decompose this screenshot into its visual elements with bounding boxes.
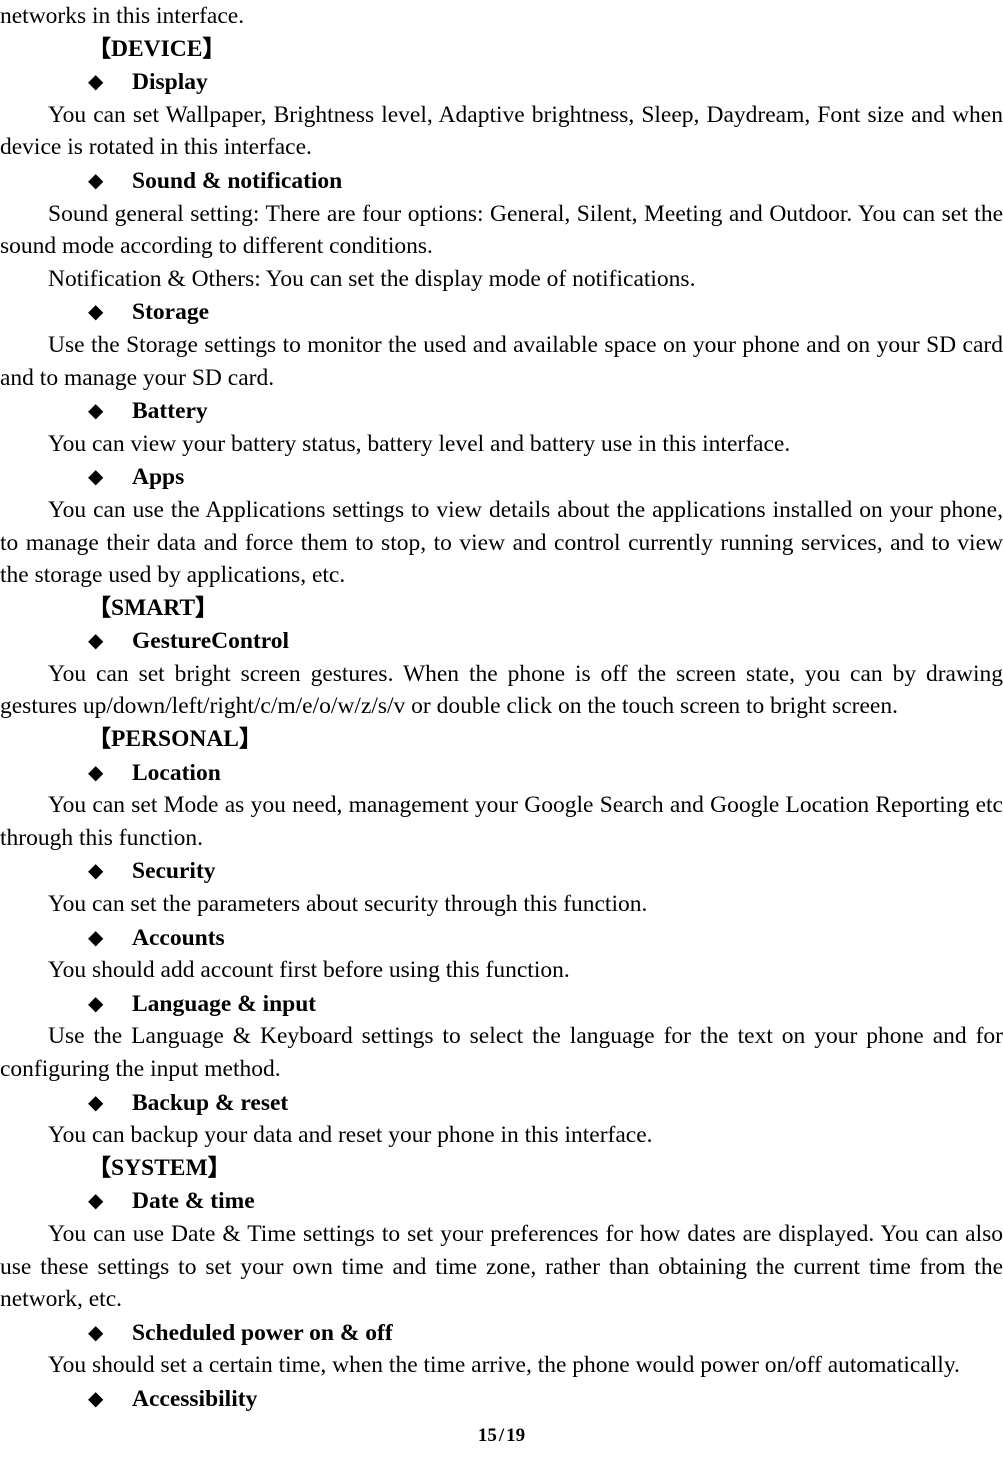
diamond-bullet-icon: ◆ xyxy=(88,464,104,489)
section-heading-label: PERSONAL xyxy=(111,726,239,753)
subsection-heading: ◆ Accounts xyxy=(0,921,1003,955)
body-paragraph: You can set Wallpaper, Brightness level,… xyxy=(0,101,1003,161)
subsection-heading: ◆ Sound & notification xyxy=(0,164,1003,198)
subsection-heading: ◆ Display xyxy=(0,65,1003,99)
subsection-heading-label: Sound & notification xyxy=(132,167,343,194)
diamond-bullet-icon: ◆ xyxy=(88,924,104,949)
body-paragraph: You can view your battery status, batter… xyxy=(48,430,791,457)
bracket-open: 【 xyxy=(88,594,111,621)
bracket-close: 】 xyxy=(238,726,262,753)
subsection-heading: ◆ Location xyxy=(0,756,1003,790)
subsection-heading-label: GestureControl xyxy=(132,628,290,655)
subsection-heading-label: Backup & reset xyxy=(132,1089,289,1116)
section-heading-label: SYSTEM xyxy=(111,1154,208,1181)
body-paragraph: Sound general setting: There are four op… xyxy=(0,200,1003,260)
subsection-heading-label: Date & time xyxy=(132,1188,255,1215)
subsection-heading: ◆ Storage xyxy=(0,295,1003,329)
bracket-close: 】 xyxy=(195,594,219,621)
body-paragraph: You should set a certain time, when the … xyxy=(48,1352,960,1379)
section-heading: 【SYSTEM】 xyxy=(0,1152,1003,1185)
page-footer: 15/19 xyxy=(0,1424,1003,1448)
section-heading-label: SMART xyxy=(111,594,196,621)
body-paragraph: You can use Date & Time settings to set … xyxy=(0,1220,1003,1313)
body-paragraph: You should add account first before usin… xyxy=(48,957,570,984)
bracket-close: 】 xyxy=(202,35,226,62)
paragraph-continuation: networks in this interface. xyxy=(0,3,245,29)
body-paragraph: Notification & Others: You can set the d… xyxy=(48,265,696,292)
subsection-heading: ◆ Security xyxy=(0,854,1003,888)
diamond-bullet-icon: ◆ xyxy=(88,1188,104,1213)
subsection-heading-label: Apps xyxy=(132,464,185,491)
diamond-bullet-icon: ◆ xyxy=(88,759,104,784)
subsection-heading: ◆ GestureControl xyxy=(0,624,1003,658)
subsection-heading: ◆ Accessibility xyxy=(0,1382,1003,1416)
subsection-heading-label: Scheduled power on & off xyxy=(132,1319,393,1346)
body-paragraph: Use the Language & Keyboard settings to … xyxy=(0,1023,1003,1082)
section-heading: 【PERSONAL】 xyxy=(0,723,1003,756)
diamond-bullet-icon: ◆ xyxy=(88,1319,104,1344)
diamond-bullet-icon: ◆ xyxy=(88,69,104,94)
subsection-heading: ◆ Backup & reset xyxy=(0,1086,1003,1120)
manual-page: networks in this interface. 【DEVICE】 ◆ Disp… xyxy=(0,0,1003,1467)
diamond-bullet-icon: ◆ xyxy=(88,167,104,192)
body-paragraph: Use the Storage settings to monitor the … xyxy=(0,331,1003,391)
body-paragraph: You can set Mode as you need, management… xyxy=(0,792,1003,851)
footer-page-total: 19 xyxy=(506,1425,526,1446)
subsection-heading-label: Display xyxy=(132,69,208,96)
subsection-heading: ◆ Date & time xyxy=(0,1184,1003,1218)
bracket-close: 】 xyxy=(207,1154,231,1181)
page-content: networks in this interface. 【DEVICE】 ◆ Disp… xyxy=(0,0,1003,1416)
body-paragraph: You can set bright screen gestures. When… xyxy=(0,660,1003,720)
diamond-bullet-icon: ◆ xyxy=(88,628,104,653)
body-paragraph: You can use the Applications settings to… xyxy=(0,496,1003,589)
section-heading: 【DEVICE】 xyxy=(0,33,1003,66)
body-paragraph: You can backup your data and reset your … xyxy=(48,1122,653,1149)
subsection-heading-label: Battery xyxy=(132,398,208,425)
section-heading-label: DEVICE xyxy=(111,35,203,62)
bracket-open: 【 xyxy=(88,1154,111,1181)
subsection-heading: ◆ Language & input xyxy=(0,987,1003,1021)
subsection-heading: ◆ Scheduled power on & off xyxy=(0,1316,1003,1350)
body-paragraph: You can set the parameters about securit… xyxy=(48,891,648,918)
subsection-heading-label: Accessibility xyxy=(132,1385,258,1412)
subsection-heading-label: Security xyxy=(132,858,216,885)
diamond-bullet-icon: ◆ xyxy=(88,1089,104,1114)
section-heading: 【SMART】 xyxy=(0,592,1003,625)
subsection-heading: ◆ Battery xyxy=(0,394,1003,428)
footer-page-number: 15 xyxy=(477,1425,497,1446)
diamond-bullet-icon: ◆ xyxy=(88,858,104,883)
bracket-open: 【 xyxy=(88,726,111,753)
diamond-bullet-icon: ◆ xyxy=(88,1385,104,1410)
footer-separator: / xyxy=(498,1425,505,1446)
subsection-heading-label: Storage xyxy=(132,299,210,326)
subsection-heading-label: Language & input xyxy=(132,990,317,1017)
diamond-bullet-icon: ◆ xyxy=(88,398,104,423)
diamond-bullet-icon: ◆ xyxy=(88,299,104,324)
subsection-heading-label: Accounts xyxy=(132,924,225,951)
diamond-bullet-icon: ◆ xyxy=(88,990,104,1015)
bracket-open: 【 xyxy=(88,35,111,62)
subsection-heading: ◆ Apps xyxy=(0,460,1003,494)
subsection-heading-label: Location xyxy=(132,759,221,786)
